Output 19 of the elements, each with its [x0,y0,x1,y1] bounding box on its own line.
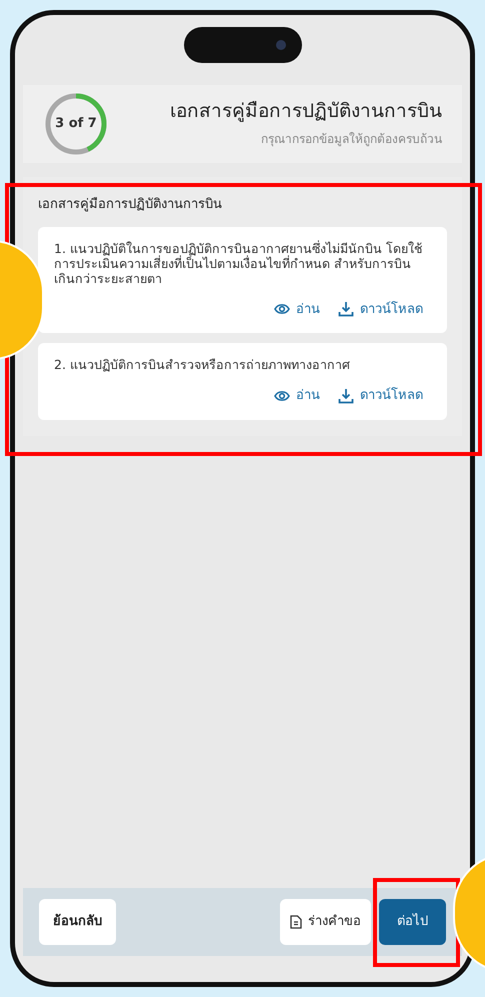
read-link[interactable]: อ่าน [274,300,320,319]
page-subtitle: กรุณากรอกข้อมูลให้ถูกต้องครบถ้วน [261,130,442,148]
camera-lens [276,40,286,50]
download-link[interactable]: ดาวน์โหลด [338,300,423,319]
page-title: เอกสารคู่มือการปฏิบัติงานการบิน [170,100,442,124]
document-icon [290,915,302,929]
download-icon [338,301,354,318]
read-link[interactable]: อ่าน [274,386,320,406]
draft-button[interactable]: ร่างคำขอ [280,899,371,945]
download-icon [338,388,354,404]
back-button[interactable]: ย้อนกลับ [39,899,116,945]
progress-label: 3 of 7 [54,115,98,134]
section-title: เอกสารคู่มือการปฏิบัติงานการบิน [38,196,223,214]
document-title: 1. แนวปฏิบัติในการขอปฏิบัติการบินอากาศยานซึ่งไม่มีนักบิน โดยใช้การประเมินความเสี่ยงที่เป็นไปตามเงื่อนไขที่กำหนด สำหรับการบินเกินกว่าระยะสายตา [54,240,423,286]
download-link[interactable]: ดาวน์โหลด [338,386,423,406]
next-button[interactable]: ต่อไป [379,899,446,945]
eye-icon [274,390,290,402]
document-title: 2. แนวปฏิบัติการบินสำรวจหรือการถ่ายภาพทางอากาศ [54,357,351,372]
eye-icon [274,303,290,316]
